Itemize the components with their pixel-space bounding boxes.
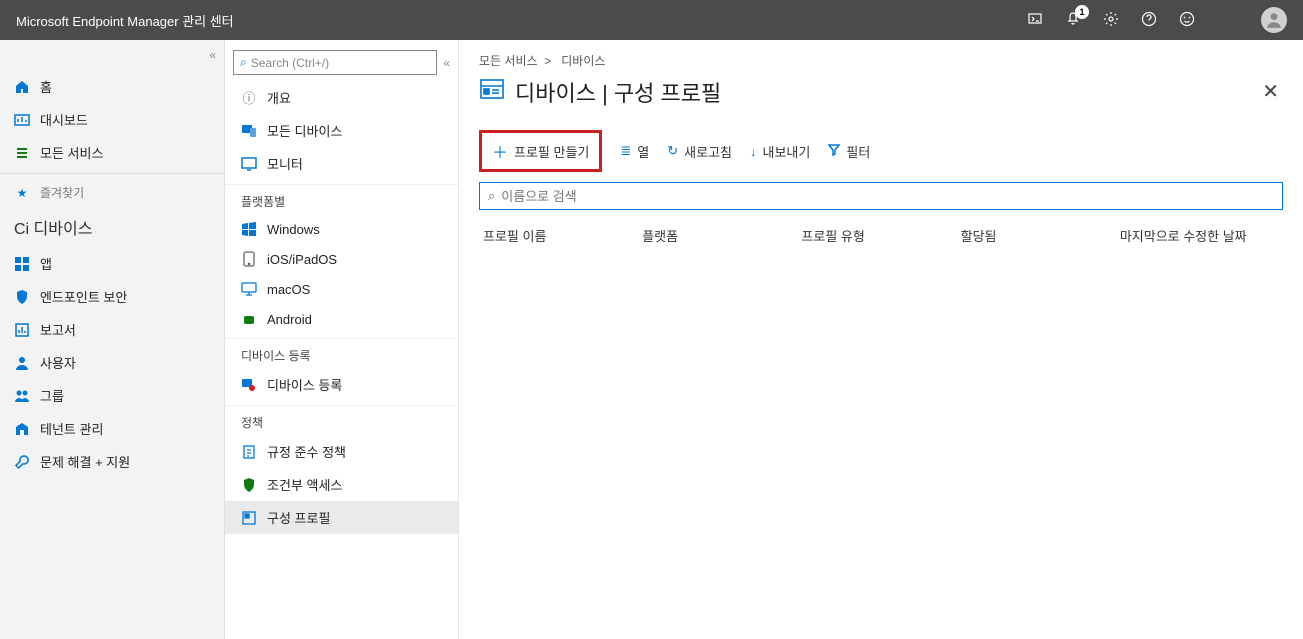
column-header-type[interactable]: 프로필 유형 (801, 226, 960, 245)
reports-icon (14, 322, 30, 338)
name-search-input[interactable]: ⌕ (479, 182, 1283, 210)
sidebar-label: 엔드포인트 보안 (40, 287, 127, 306)
sidebar-collapse-icon[interactable]: « (209, 48, 216, 62)
filter-icon (828, 144, 840, 159)
app-title: Microsoft Endpoint Manager 관리 센터 (16, 11, 1027, 30)
main-content: 모든 서비스 > 디바이스 디바이스 | 구성 프로필 ✕ ＋ 프로필 만들기 … (459, 40, 1303, 639)
notification-badge: 1 (1075, 5, 1089, 19)
sidebar-item-users[interactable]: 사용자 (0, 346, 224, 379)
android-icon (241, 311, 257, 327)
devices-icon (241, 123, 257, 139)
dashboard-icon (14, 112, 30, 128)
monitor-icon (241, 156, 257, 172)
compliance-icon (241, 444, 257, 460)
subnav-item-all-devices[interactable]: 모든 디바이스 (225, 114, 458, 147)
sidebar-item-endpoint-security[interactable]: 엔드포인트 보안 (0, 280, 224, 313)
sidebar-label: 모든 서비스 (40, 143, 103, 162)
search-icon: ⌕ (488, 188, 495, 204)
column-header-modified[interactable]: 마지막으로 수정한 날짜 (1120, 226, 1279, 245)
subnav-group-platform: 플랫폼별 (225, 184, 458, 214)
subnav-item-android[interactable]: Android (225, 304, 458, 334)
subnav-item-config-profiles[interactable]: 구성 프로필 (225, 501, 458, 534)
sidebar-item-all-services[interactable]: 모든 서비스 (0, 136, 224, 169)
apps-icon (14, 256, 30, 272)
subnav-item-device-enroll[interactable]: 디바이스 등록 (225, 368, 458, 401)
ios-icon (241, 251, 257, 267)
gear-icon[interactable] (1103, 11, 1119, 30)
avatar[interactable] (1261, 7, 1287, 33)
enroll-icon (241, 377, 257, 393)
subnav-group-policy: 정책 (225, 405, 458, 435)
page-title: 디바이스 | 구성 프로필 (515, 76, 721, 108)
search-icon: ⌕ (240, 55, 247, 70)
windows-icon (241, 221, 257, 237)
feedback-icon[interactable] (1179, 11, 1195, 30)
sidebar-label: 홈 (40, 77, 52, 96)
columns-icon: ≣ (620, 143, 631, 159)
tenant-icon (14, 421, 30, 437)
export-button[interactable]: ↓ 내보내기 (750, 142, 810, 161)
primary-sidebar: « 홈 대시보드 모든 서비스 ★ 즐겨찾기 Ci 디바이스 앱 엔드포인트 보… (0, 40, 225, 639)
sidebar-item-tenant-admin[interactable]: 테넌트 관리 (0, 412, 224, 445)
create-profile-button[interactable]: ＋ 프로필 만들기 (479, 130, 602, 172)
download-icon: ↓ (750, 144, 757, 159)
sidebar-label: 문제 해결 + 지원 (40, 452, 130, 471)
close-icon[interactable]: ✕ (1258, 75, 1283, 108)
sidebar-item-troubleshoot[interactable]: 문제 해결 + 지원 (0, 445, 224, 478)
sidebar-label: 테넌트 관리 (40, 419, 103, 438)
subnav-item-compliance[interactable]: 규정 준수 정책 (225, 435, 458, 468)
subnav-item-monitor[interactable]: 모니터 (225, 147, 458, 180)
bell-icon[interactable]: 1 (1065, 11, 1081, 30)
columns-button[interactable]: ≣ 열 (620, 142, 649, 161)
column-header-assigned[interactable]: 할당됨 (961, 226, 1120, 245)
breadcrumb[interactable]: 모든 서비스 > 디바이스 (479, 52, 1283, 69)
subnav-item-conditional[interactable]: 조건부 액세스 (225, 468, 458, 501)
conditional-icon (241, 477, 257, 493)
subnav-search-input[interactable]: ⌕ Search (Ctrl+/) (233, 50, 437, 75)
subnav-item-overview[interactable]: ⓘ 개요 (225, 81, 458, 114)
filter-button[interactable]: 필터 (828, 142, 870, 161)
refresh-button[interactable]: ↻ 새로고침 (667, 142, 732, 161)
info-icon: ⓘ (241, 90, 257, 106)
subnav-item-macos[interactable]: macOS (225, 274, 458, 304)
table-header-row: 프로필 이름 플랫폼 프로필 유형 할당됨 마지막으로 수정한 날짜 (479, 220, 1283, 251)
home-icon (14, 79, 30, 95)
groups-icon (14, 388, 30, 404)
sidebar-label: 그룹 (40, 386, 64, 405)
plus-icon: ＋ (492, 139, 508, 163)
console-icon[interactable] (1027, 11, 1043, 30)
sidebar-item-reports[interactable]: 보고서 (0, 313, 224, 346)
sidebar-item-dashboard[interactable]: 대시보드 (0, 103, 224, 136)
sidebar-label: 앱 (40, 254, 52, 273)
subnav-item-windows[interactable]: Windows (225, 214, 458, 244)
sidebar-item-ci-devices[interactable]: Ci 디바이스 (0, 207, 224, 247)
list-icon (14, 145, 30, 161)
subnav-group-enroll: 디바이스 등록 (225, 338, 458, 368)
sidebar-label: 대시보드 (40, 110, 88, 129)
page-title-icon (479, 76, 505, 107)
profile-icon (241, 510, 257, 526)
sidebar-favorites-header: ★ 즐겨찾기 (0, 178, 224, 207)
resource-subnav: ⌕ Search (Ctrl+/) « ⓘ 개요 모든 디바이스 모니터 플랫폼… (225, 40, 459, 639)
sidebar-label: 보고서 (40, 320, 76, 339)
subnav-collapse-icon[interactable]: « (443, 56, 450, 70)
sidebar-label: 사용자 (40, 353, 76, 372)
refresh-icon: ↻ (667, 143, 678, 159)
sidebar-item-groups[interactable]: 그룹 (0, 379, 224, 412)
macos-icon (241, 281, 257, 297)
user-icon (14, 355, 30, 371)
star-icon: ★ (14, 185, 30, 201)
column-header-name[interactable]: 프로필 이름 (483, 226, 642, 245)
sidebar-item-apps[interactable]: 앱 (0, 247, 224, 280)
sidebar-item-home[interactable]: 홈 (0, 70, 224, 103)
column-header-platform[interactable]: 플랫폼 (642, 226, 801, 245)
shield-icon (14, 289, 30, 305)
subnav-item-ios[interactable]: iOS/iPadOS (225, 244, 458, 274)
top-bar: Microsoft Endpoint Manager 관리 센터 1 (0, 0, 1303, 40)
topbar-actions: 1 (1027, 7, 1287, 33)
command-bar: ＋ 프로필 만들기 ≣ 열 ↻ 새로고침 ↓ 내보내기 필터 (479, 124, 1283, 182)
help-icon[interactable] (1141, 11, 1157, 30)
wrench-icon (14, 454, 30, 470)
